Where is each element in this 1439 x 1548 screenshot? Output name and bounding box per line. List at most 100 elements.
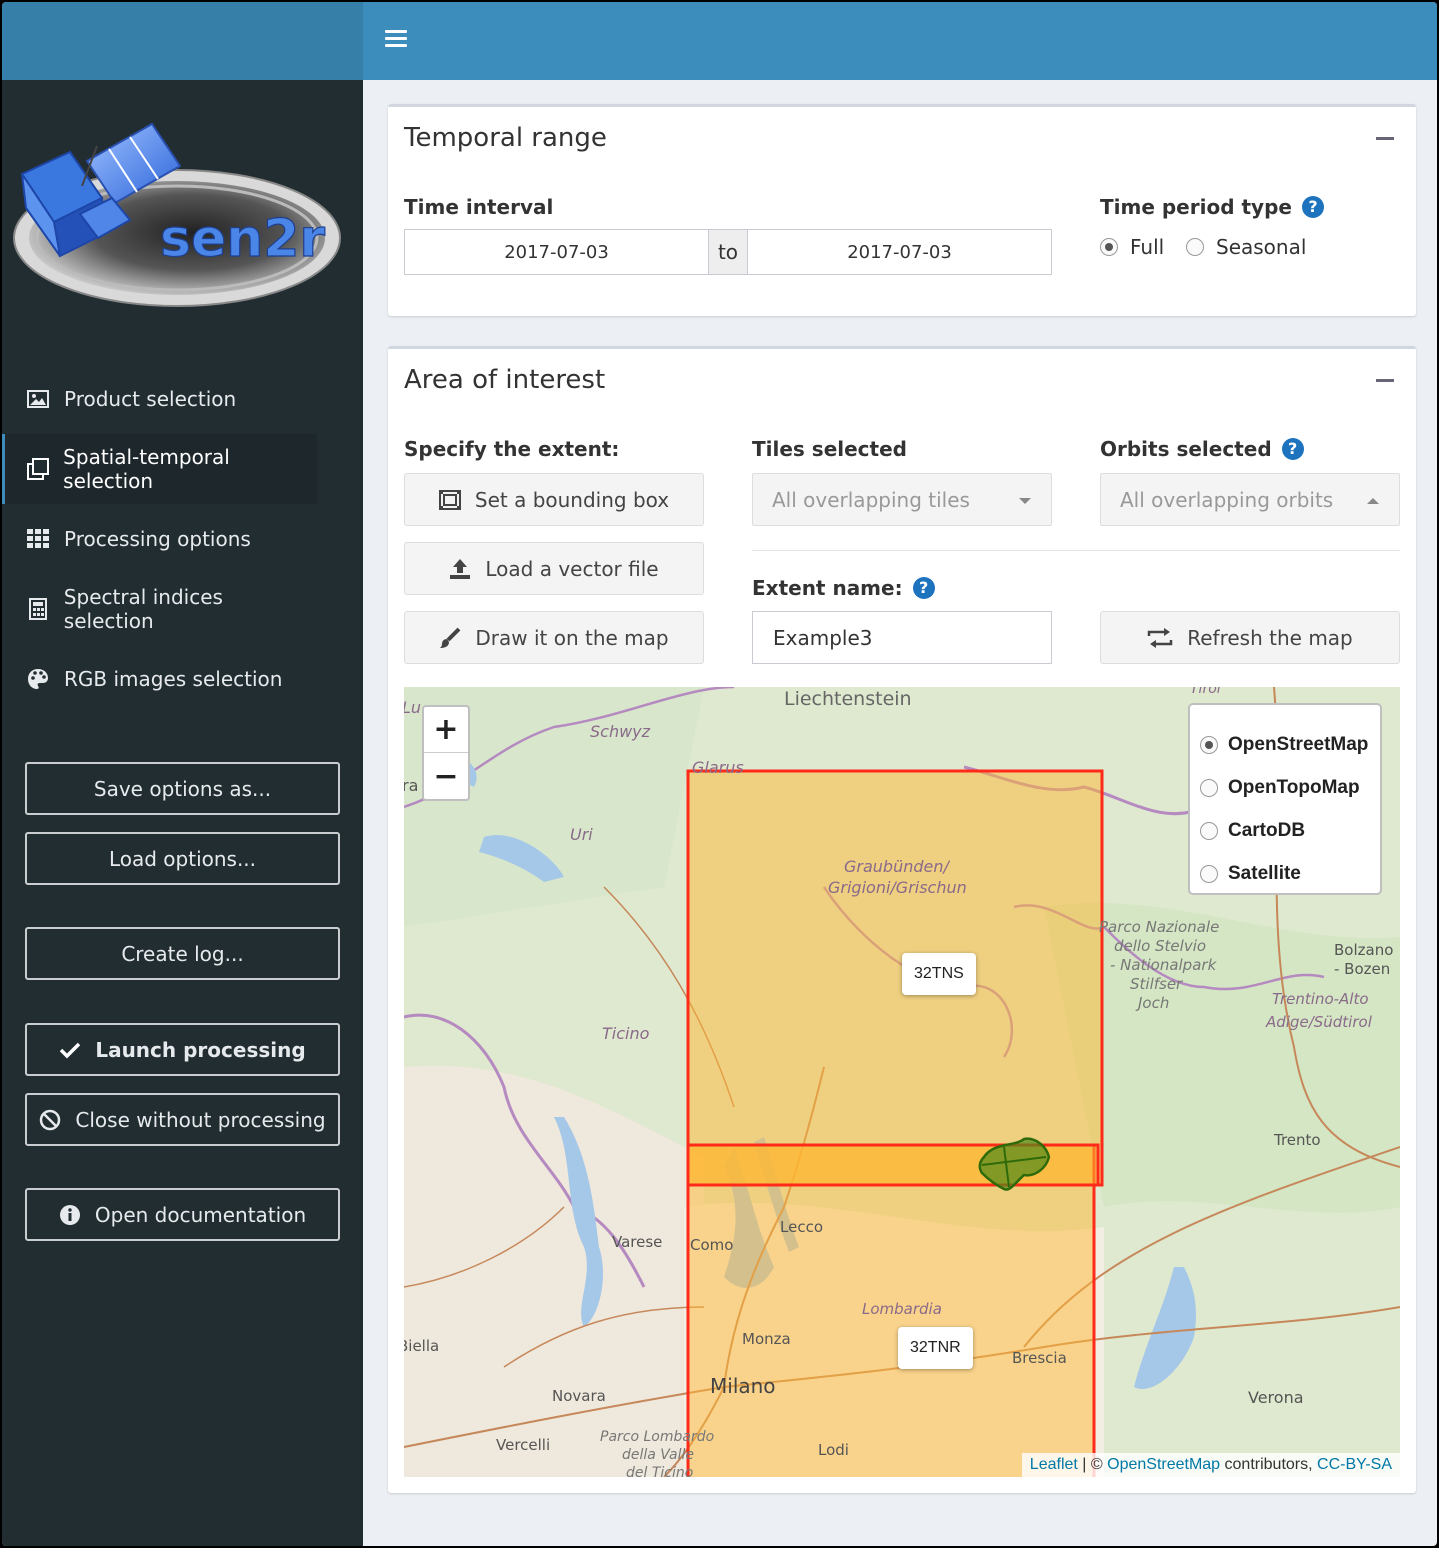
- period-option-seasonal[interactable]: Seasonal: [1186, 235, 1306, 259]
- tile-label-32tns[interactable]: 32TNS: [902, 953, 976, 995]
- date-separator: to: [708, 230, 748, 274]
- tiles-selected-label: Tiles selected: [752, 437, 907, 461]
- attribution-text: contributors,: [1220, 1456, 1318, 1473]
- place-label: Monza: [742, 1330, 791, 1348]
- place-label: del Ticino: [626, 1465, 693, 1477]
- help-icon[interactable]: ?: [1281, 437, 1304, 460]
- layer-control: OpenStreetMap OpenTopoMap CartoDB Satell…: [1188, 703, 1382, 895]
- divider: [752, 550, 1400, 551]
- image-icon: [26, 387, 50, 411]
- openstreetmap-link[interactable]: OpenStreetMap: [1107, 1456, 1220, 1473]
- period-option-full[interactable]: Full: [1100, 235, 1164, 259]
- place-label: Milano: [710, 1374, 776, 1398]
- help-icon[interactable]: ?: [1301, 195, 1324, 218]
- info-icon: [59, 1204, 81, 1226]
- radio-button[interactable]: [1200, 864, 1218, 883]
- layer-label: CartoDB: [1228, 819, 1306, 841]
- radio-button-checked[interactable]: [1200, 735, 1218, 754]
- date-range-input: to: [404, 229, 1052, 275]
- orbits-selected-label: Orbits selected?: [1100, 437, 1304, 461]
- place-label: Lombardia: [862, 1300, 942, 1318]
- create-log-button[interactable]: Create log...: [25, 927, 340, 980]
- place-label: Lecco: [780, 1218, 823, 1236]
- collapse-minus-icon[interactable]: [1376, 137, 1394, 140]
- extent-name-label: Extent name:?: [752, 576, 935, 600]
- place-label: Stilfser: [1130, 975, 1183, 993]
- place-label: Liechtenstein: [784, 688, 912, 710]
- zoom-in-button[interactable]: +: [424, 707, 468, 753]
- save-options-button[interactable]: Save options as...: [25, 762, 340, 815]
- draw-on-map-button[interactable]: Draw it on the map: [404, 611, 704, 664]
- place-label: - Bozen: [1334, 960, 1390, 978]
- header-logo-area: [2, 2, 363, 80]
- help-icon[interactable]: ?: [912, 576, 935, 599]
- orbits-select[interactable]: All overlapping orbits: [1100, 473, 1400, 526]
- radio-button[interactable]: [1200, 778, 1218, 797]
- extent-name-input[interactable]: [752, 611, 1052, 664]
- layer-option-opentopomap[interactable]: OpenTopoMap: [1190, 766, 1380, 809]
- place-label: dello Stelvio: [1114, 937, 1206, 955]
- logo-text: sen2r: [160, 209, 325, 269]
- sidebar-item-product-selection[interactable]: Product selection: [2, 364, 317, 434]
- radio-button[interactable]: [1186, 238, 1204, 256]
- place-label: Vercelli: [496, 1436, 550, 1454]
- sidebar-item-rgb-images[interactable]: RGB images selection: [2, 644, 317, 714]
- palette-icon: [26, 667, 50, 691]
- place-label: della Valle: [622, 1447, 694, 1463]
- period-option-label: Full: [1130, 235, 1165, 259]
- place-label: Trentino-Alto: [1272, 990, 1369, 1008]
- paint-brush-icon: [439, 627, 461, 649]
- app-window: sen2r Product selection Spatial-temporal…: [2, 2, 1437, 1546]
- radio-button-checked[interactable]: [1100, 238, 1118, 256]
- load-options-button[interactable]: Load options...: [25, 832, 340, 885]
- layer-option-satellite[interactable]: Satellite: [1190, 852, 1380, 895]
- layer-label: OpenTopoMap: [1228, 776, 1360, 798]
- leaflet-link[interactable]: Leaflet: [1030, 1456, 1078, 1473]
- time-period-type-text: Time period type: [1100, 195, 1292, 219]
- load-options-label: Load options...: [108, 846, 257, 871]
- open-documentation-button[interactable]: Open documentation: [25, 1188, 340, 1241]
- date-start-input[interactable]: [405, 230, 708, 274]
- orbits-select-value: All overlapping orbits: [1120, 487, 1334, 512]
- place-label: Grigioni/Grischun: [828, 878, 967, 897]
- grid-icon: [26, 527, 50, 551]
- set-bounding-box-label: Set a bounding box: [474, 487, 670, 512]
- load-vector-file-button[interactable]: Load a vector file: [404, 542, 704, 595]
- tile-label-32tnr[interactable]: 32TNR: [898, 1327, 973, 1369]
- sen2r-logo: sen2r: [12, 116, 342, 311]
- calculator-icon: [26, 597, 50, 621]
- place-label: Lodi: [818, 1441, 849, 1459]
- open-documentation-label: Open documentation: [94, 1202, 307, 1227]
- sidebar-item-label: Spatial-temporal selection: [63, 445, 230, 493]
- license-link[interactable]: CC-BY-SA: [1317, 1456, 1392, 1473]
- close-without-processing-button[interactable]: Close without processing: [25, 1093, 340, 1146]
- time-period-type-label: Time period type?: [1100, 195, 1324, 219]
- place-label: Joch: [1135, 994, 1169, 1012]
- create-log-label: Create log...: [121, 941, 244, 966]
- zoom-out-button[interactable]: −: [424, 753, 468, 799]
- tiles-select[interactable]: All overlapping tiles: [752, 473, 1052, 526]
- place-label: ra: [404, 776, 418, 795]
- place-label: Verona: [1248, 1388, 1304, 1407]
- date-end-input[interactable]: [748, 230, 1051, 274]
- layer-option-openstreetmap[interactable]: OpenStreetMap: [1190, 723, 1380, 766]
- leaflet-map[interactable]: Liechtenstein Schwyz Glarus Uri Graubünd…: [404, 687, 1400, 1477]
- extent-name-text: Extent name:: [752, 576, 903, 600]
- time-interval-label: Time interval: [404, 195, 554, 219]
- tiles-select-value: All overlapping tiles: [772, 487, 970, 512]
- sidebar-toggle-icon[interactable]: [385, 30, 407, 50]
- refresh-map-button[interactable]: Refresh the map: [1100, 611, 1400, 664]
- radio-button[interactable]: [1200, 821, 1218, 840]
- launch-processing-button[interactable]: Launch processing: [25, 1023, 340, 1076]
- check-icon: [59, 1041, 81, 1059]
- set-bounding-box-button[interactable]: Set a bounding box: [404, 473, 704, 526]
- sidebar-item-spatial-temporal-selection[interactable]: Spatial-temporal selection: [2, 434, 317, 504]
- place-label: Parco Nazionale: [1099, 918, 1219, 936]
- sidebar-item-processing-options[interactable]: Processing options: [2, 504, 317, 574]
- place-label: Trento: [1273, 1131, 1321, 1149]
- sidebar-item-spectral-indices[interactable]: Spectral indices selection: [2, 574, 317, 644]
- layer-option-cartodb[interactable]: CartoDB: [1190, 809, 1380, 852]
- chevron-up-icon: [1367, 498, 1379, 504]
- close-without-processing-label: Close without processing: [75, 1107, 326, 1132]
- collapse-minus-icon[interactable]: [1376, 379, 1394, 382]
